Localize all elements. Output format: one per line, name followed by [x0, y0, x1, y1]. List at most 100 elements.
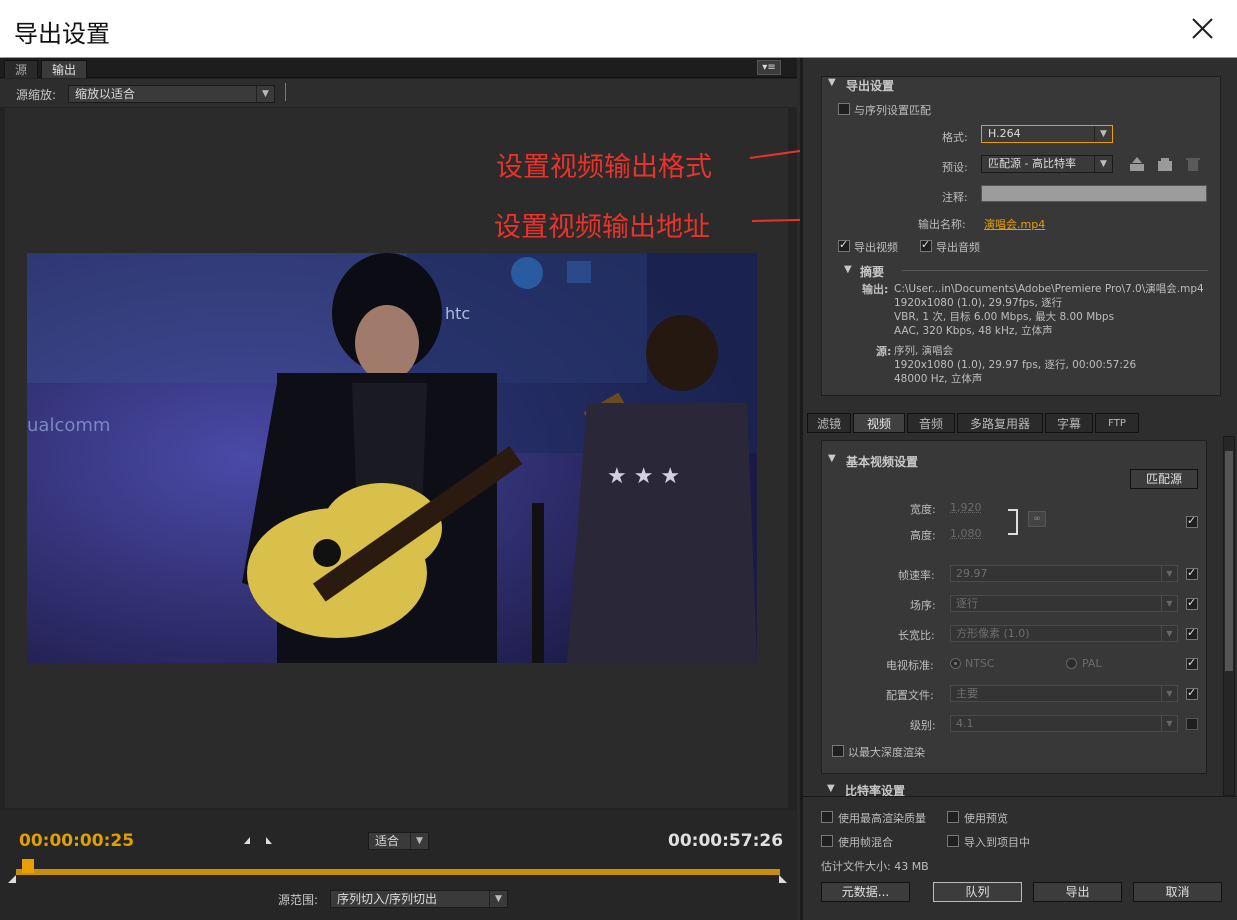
tab-video[interactable]: 视频 [853, 413, 905, 433]
profile-checkbox[interactable] [1186, 686, 1198, 700]
video-frame[interactable]: htc ualcomm ★ ★ ★ [27, 253, 757, 663]
set-out-icon[interactable] [266, 837, 272, 844]
settings-scrollbar[interactable] [1223, 436, 1235, 796]
framerate-checkbox[interactable] [1186, 566, 1198, 580]
max-depth-label: 以最大深度渲染 [848, 746, 925, 759]
collapse-icon[interactable]: ▼ [828, 453, 836, 464]
source-scale-dropdown[interactable]: 缩放以适合 ▼ [68, 85, 275, 103]
tab-captions[interactable]: 字幕 [1045, 413, 1093, 433]
export-video-label: 导出视频 [854, 241, 898, 254]
export-video-checkbox[interactable] [838, 238, 850, 252]
chevron-down-icon: ▼ [1161, 716, 1177, 731]
window-title: 导出设置 [14, 20, 110, 48]
export-audio-checkbox[interactable] [920, 238, 932, 252]
tab-source[interactable]: 源 [4, 60, 39, 78]
close-icon[interactable] [1182, 10, 1222, 50]
import-project-checkbox[interactable] [947, 835, 959, 847]
queue-button[interactable]: 队列 [933, 882, 1022, 902]
source-summary-line: 序列, 演唱会 [894, 345, 954, 357]
preset-dropdown[interactable]: 匹配源 - 高比特率 ▼ [981, 155, 1113, 173]
import-preset-icon[interactable] [1158, 158, 1172, 171]
annotation-format: 设置视频输出格式 [496, 152, 712, 183]
scrollbar-thumb[interactable] [1225, 451, 1233, 671]
playhead-handle[interactable] [22, 859, 35, 873]
aspect-checkbox[interactable] [1186, 626, 1198, 640]
preset-label: 预设: [942, 161, 968, 174]
output-summary-line: VBR, 1 次, 目标 6.00 Mbps, 最大 8.00 Mbps [894, 311, 1115, 323]
source-scale-value: 缩放以适合 [75, 87, 136, 101]
metadata-button[interactable]: 元数据... [821, 882, 910, 902]
fit-dropdown[interactable]: 适合 ▼ [368, 832, 429, 850]
link-bracket [1008, 509, 1018, 535]
comment-label: 注释: [942, 191, 968, 204]
max-render-quality-checkbox[interactable] [821, 811, 833, 823]
preset-value: 匹配源 - 高比特率 [988, 157, 1076, 170]
level-dropdown[interactable]: 4.1 ▼ [950, 715, 1178, 732]
field-order-dropdown[interactable]: 逐行 ▼ [950, 595, 1178, 612]
tv-standard-checkbox[interactable] [1186, 656, 1198, 670]
use-preview-checkbox[interactable] [947, 811, 959, 823]
tab-multiplexer[interactable]: 多路复用器 [957, 413, 1043, 433]
summary-collapse-icon[interactable]: ▼ [844, 264, 852, 275]
source-scale-label: 源缩放: [16, 88, 57, 102]
work-start-icon[interactable] [6, 874, 18, 884]
export-settings-section: ▼ 导出设置 与序列设置匹配 格式: H.264 ▼ 预设: 匹配源 - 高比特… [821, 76, 1221, 396]
source-range-value: 序列切入/序列切出 [337, 892, 438, 906]
format-value: H.264 [988, 127, 1021, 140]
match-sequence-checkbox[interactable] [838, 103, 850, 115]
tab-filters[interactable]: 滤镜 [807, 413, 851, 433]
link-icon[interactable]: ∞ [1028, 511, 1046, 527]
save-preset-icon[interactable] [1130, 157, 1144, 171]
title-bar: 导出设置 [0, 0, 1237, 58]
field-order-checkbox[interactable] [1186, 596, 1198, 610]
work-end-icon[interactable] [778, 874, 790, 884]
profile-dropdown[interactable]: 主要 ▼ [950, 685, 1178, 702]
chevron-down-icon: ▼ [1161, 686, 1177, 701]
max-depth-checkbox[interactable] [832, 745, 844, 757]
output-summary-line: AAC, 320 Kbps, 48 kHz, 立体声 [894, 325, 1053, 337]
level-checkbox[interactable] [1186, 718, 1198, 730]
bottom-options: 使用最高渲染质量 使用预览 使用帧混合 导入到项目中 估计文件大小: 43 MB… [803, 796, 1237, 920]
tab-ftp[interactable]: FTP [1095, 413, 1139, 433]
source-range-dropdown[interactable]: 序列切入/序列切出 ▼ [330, 890, 508, 908]
delete-preset-icon[interactable] [1186, 158, 1200, 171]
svg-text:ualcomm: ualcomm [27, 415, 110, 436]
field-order-label: 场序: [910, 599, 936, 612]
current-timecode[interactable]: 00:00:00:25 [19, 831, 134, 851]
framerate-dropdown[interactable]: 29.97 ▼ [950, 565, 1178, 582]
profile-value: 主要 [956, 687, 978, 700]
output-summary-line: C:\User...in\Documents\Adobe\Premiere Pr… [894, 283, 1204, 295]
frame-blend-label: 使用帧混合 [838, 836, 893, 849]
collapse-icon[interactable]: ▼ [827, 783, 835, 794]
tab-audio[interactable]: 音频 [907, 413, 955, 433]
collapse-icon[interactable]: ▼ [828, 77, 836, 88]
summary-header: 摘要 [860, 265, 885, 279]
format-dropdown[interactable]: H.264 ▼ [981, 125, 1113, 143]
frame-blend-checkbox[interactable] [821, 835, 833, 847]
svg-text:★ ★ ★: ★ ★ ★ [607, 464, 680, 489]
annotation-output-name: 设置视频输出地址 [494, 212, 710, 243]
pal-radio[interactable] [1066, 658, 1077, 669]
output-name-link[interactable]: 演唱会.mp4 [984, 216, 1045, 232]
ntsc-radio[interactable] [950, 658, 961, 669]
set-in-icon[interactable] [244, 837, 250, 844]
width-height-checkbox[interactable] [1186, 514, 1198, 528]
output-name-label: 输出名称: [918, 218, 966, 231]
import-project-label: 导入到项目中 [964, 836, 1030, 849]
height-value[interactable]: 1,080 [950, 527, 982, 540]
timeline-track[interactable] [16, 869, 780, 875]
cancel-button[interactable]: 取消 [1133, 882, 1222, 902]
source-range-label: 源范围: [278, 893, 319, 907]
comment-input[interactable] [981, 185, 1207, 202]
match-source-button[interactable]: 匹配源 [1130, 469, 1198, 489]
export-button[interactable]: 导出 [1033, 882, 1122, 902]
match-sequence-label: 与序列设置匹配 [854, 104, 931, 117]
tab-output[interactable]: 输出 [41, 60, 88, 78]
aspect-dropdown[interactable]: 方形像素 (1.0) ▼ [950, 625, 1178, 642]
width-value[interactable]: 1,920 [950, 501, 982, 514]
panel-menu-icon[interactable]: ▾≡ [757, 60, 781, 75]
preset-actions [1130, 157, 1200, 171]
settings-tabs: 滤镜 视频 音频 多路复用器 字幕 FTP [807, 413, 1227, 433]
timeline-bar: 00:00:00:25 适合 ▼ 00:00:57:26 源范围: 序列切入/序… [0, 810, 797, 920]
output-summary-label: 输出: [862, 283, 889, 296]
